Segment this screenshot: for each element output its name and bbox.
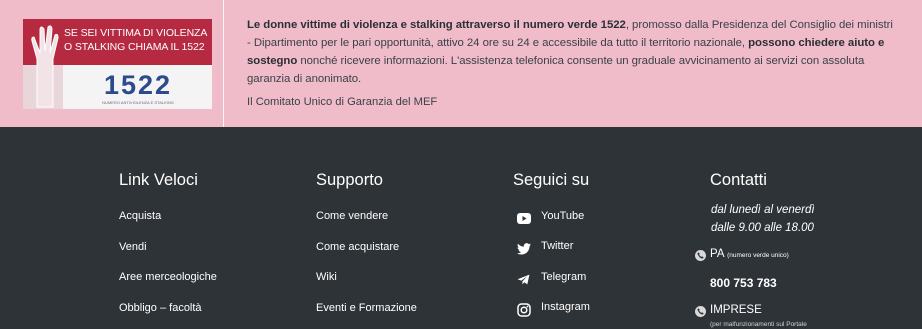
campaign-caption: NUMERO ANTIVIOLENZA E STALKING [102,100,174,105]
seguici-title: Seguici su [513,171,590,189]
footer-link-youtube[interactable]: YouTube [541,210,584,222]
raised-hand-icon [23,25,63,109]
cug-mef-link[interactable]: Il Comitato Unico di Garanzia del MEF [247,96,437,108]
phone-icon [695,250,706,261]
site-footer: Link Veloci Acquista Vendi Aree merceolo… [0,127,922,329]
footer-link-obbligo-facolta[interactable]: Obbligo – facoltà [119,302,202,314]
footer-link-come-vendere[interactable]: Come vendere [316,210,388,222]
campaign-slogan-line2: O STALKING CHIAMA IL 1522 [64,41,205,53]
banner-description: Le donne vittime di violenza e stalking … [247,16,897,88]
youtube-icon[interactable] [516,211,531,226]
campaign-slogan-line1: SE SEI VITTIMA DI VIOLENZA [64,27,208,39]
footer-link-acquista[interactable]: Acquista [119,210,161,222]
contatti-title: Contatti [710,171,767,189]
banner-text-bold-1: Le donne vittime di violenza e stalking … [247,19,626,31]
twitter-icon[interactable] [516,241,531,256]
banner-text-2: nonché ricevere informazioni. L'assisten… [247,55,865,85]
pa-label-text: PA [710,248,724,260]
footer-link-instagram[interactable]: Instagram [541,301,590,313]
footer-link-vendi[interactable]: Vendi [119,241,147,253]
contatti-hours-days: dal lunedì al venerdì [711,204,815,216]
imprese-label: IMPRESE [710,304,762,316]
pa-label: PA (numero verde unico) [710,248,789,260]
banner-divider [223,0,224,127]
link-veloci-title: Link Veloci [119,171,198,189]
supporto-title: Supporto [316,171,383,189]
violence-awareness-banner: SE SEI VITTIMA DI VIOLENZA O STALKING CH… [0,0,922,127]
campaign-slogan: SE SEI VITTIMA DI VIOLENZA O STALKING CH… [64,26,210,54]
1522-campaign-image[interactable]: SE SEI VITTIMA DI VIOLENZA O STALKING CH… [23,19,212,109]
pa-label-sub: (numero verde unico) [727,252,789,259]
footer-link-twitter[interactable]: Twitter [541,240,573,252]
campaign-number: 1522 [103,70,173,100]
footer-link-eventi-formazione[interactable]: Eventi e Formazione [316,302,417,314]
footer-link-wiki[interactable]: Wiki [316,271,337,283]
footer-link-telegram[interactable]: Telegram [541,271,586,283]
instagram-icon[interactable] [516,302,531,317]
footer-link-aree-merceologiche[interactable]: Aree merceologiche [119,271,217,283]
contatti-hours-time: dalle 9.00 alle 18.00 [711,222,814,234]
phone-icon [695,306,706,317]
imprese-note: (per malfunzionamenti sul Portale [710,321,807,328]
telegram-icon[interactable] [516,272,531,287]
pa-phone-number[interactable]: 800 753 783 [710,276,777,290]
footer-link-come-acquistare[interactable]: Come acquistare [316,241,399,253]
